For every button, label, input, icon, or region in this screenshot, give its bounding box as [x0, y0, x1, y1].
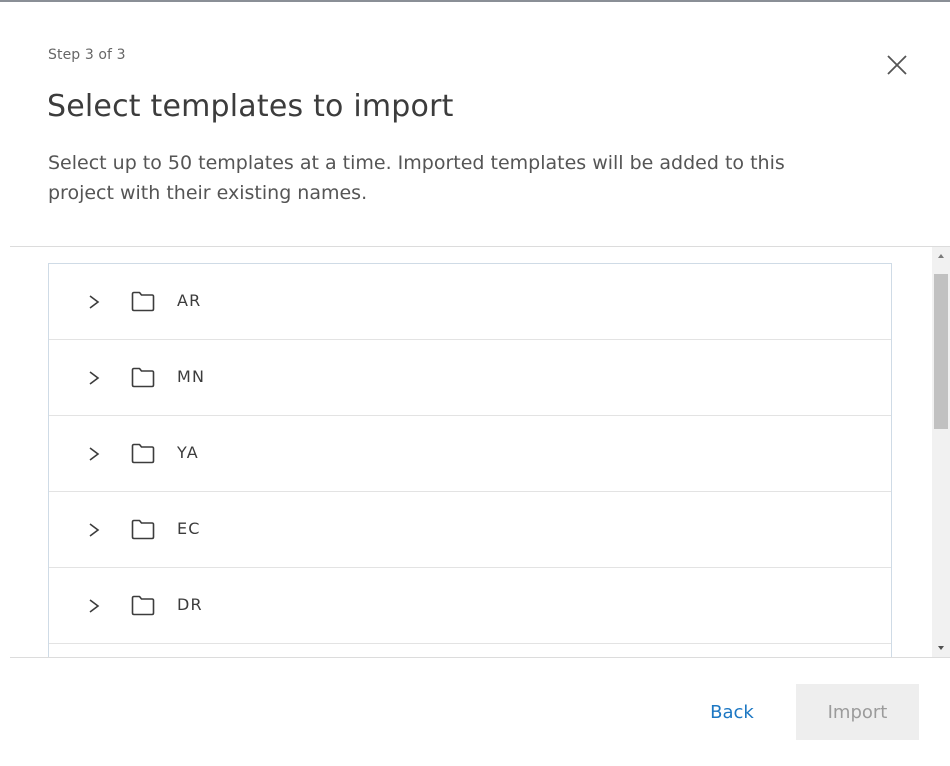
folder-icon — [131, 291, 155, 312]
dialog-title: Select templates to import — [47, 89, 454, 124]
back-button[interactable]: Back — [691, 684, 773, 740]
scroll-up-arrow-icon[interactable] — [932, 249, 950, 263]
folder-icon — [131, 595, 155, 616]
folder-icon — [131, 367, 155, 388]
chevron-right-icon[interactable] — [87, 370, 101, 386]
vertical-scrollbar[interactable] — [932, 247, 950, 657]
close-button[interactable] — [884, 52, 910, 78]
scrollbar-thumb[interactable] — [934, 274, 948, 429]
chevron-right-icon[interactable] — [87, 598, 101, 614]
import-templates-dialog: Step 3 of 3 Select templates to import S… — [0, 0, 950, 766]
folder-row-ya[interactable]: YA — [49, 416, 891, 492]
folder-row-partial[interactable] — [49, 644, 891, 657]
step-indicator: Step 3 of 3 — [48, 47, 126, 63]
folder-label: MN — [177, 367, 206, 386]
folder-label: DR — [177, 595, 203, 614]
folder-row-ar[interactable]: AR — [49, 264, 891, 340]
folder-label: EC — [177, 519, 201, 538]
chevron-right-icon[interactable] — [87, 522, 101, 538]
folder-icon — [131, 443, 155, 464]
import-button[interactable]: Import — [796, 684, 919, 740]
chevron-right-icon[interactable] — [87, 446, 101, 462]
folder-row-mn[interactable]: MN — [49, 340, 891, 416]
divider — [10, 657, 950, 658]
folder-label: YA — [177, 443, 199, 462]
chevron-right-icon[interactable] — [87, 294, 101, 310]
folder-row-dr[interactable]: DR — [49, 568, 891, 644]
folder-icon — [131, 519, 155, 540]
folder-tree: AR MN YA EC DR — [48, 263, 892, 657]
folder-tree-scroll-area[interactable]: AR MN YA EC DR — [10, 247, 950, 657]
dialog-description: Select up to 50 templates at a time. Imp… — [48, 152, 785, 204]
folder-label: AR — [177, 291, 202, 310]
scroll-down-arrow-icon[interactable] — [932, 641, 950, 655]
top-border — [0, 0, 950, 2]
folder-row-ec[interactable]: EC — [49, 492, 891, 568]
close-icon — [887, 55, 907, 75]
